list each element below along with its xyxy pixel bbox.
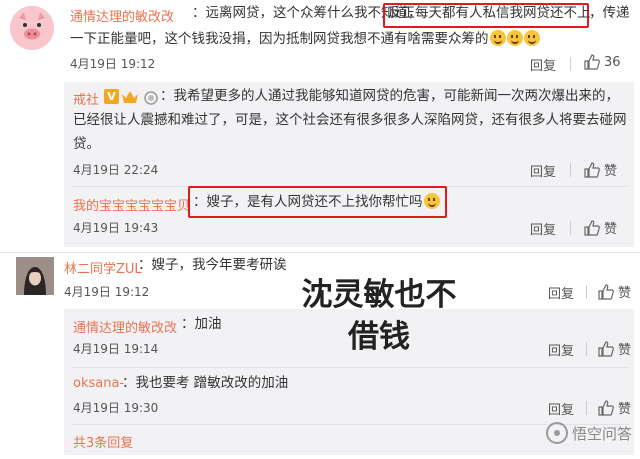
v-badge-icon: V <box>104 89 119 104</box>
watermark-text: 悟空问答 <box>571 424 632 443</box>
medal-icon <box>144 91 158 105</box>
reply-button[interactable]: 回复 <box>530 55 556 74</box>
comment-time: 4月19日 19:12 <box>64 285 150 299</box>
reply-username[interactable]: 通情达理的敏改改 <box>73 317 177 336</box>
reply-time: 4月19日 19:14 <box>73 342 159 356</box>
thumbs-up-icon <box>598 399 614 416</box>
thumbs-up-icon <box>598 340 614 357</box>
reply-time: 4月19日 22:24 <box>73 163 159 177</box>
reply-button[interactable]: 回复 <box>548 283 574 302</box>
thumbs-up-icon <box>584 161 600 178</box>
comment-text: 一下正能量吧，这个钱我没捐，因为抵制网贷我想不通有啥需要众筹的 <box>70 31 489 47</box>
comment-username[interactable]: 林二同学ZUL <box>64 258 142 277</box>
like-button[interactable]: 赞 <box>598 339 631 358</box>
divider <box>586 285 587 299</box>
wukong-logo-icon <box>545 422 568 444</box>
comment-username[interactable]: 通情达理的敏改改 <box>70 6 174 25</box>
reply-text: ：我也要考 蹭敏改改的加油 <box>122 375 289 391</box>
comment-highlighted-text: 反正每天都有人私信我网贷还不上 <box>388 5 591 21</box>
like-label: 赞 <box>618 343 632 358</box>
reply-text: ：嫂子，是有人网贷还不上找你帮忙吗 <box>193 194 423 210</box>
emoji-icon <box>423 193 440 209</box>
divider <box>72 424 628 425</box>
comment-text-line2: 一下正能量吧，这个钱我没捐，因为抵制网贷我想不通有啥需要众筹的 <box>70 29 540 50</box>
pig-avatar-icon <box>10 6 54 50</box>
reply-button[interactable]: 回复 <box>530 161 556 180</box>
overlay-caption-line: 沈灵敏也不 <box>301 277 457 313</box>
like-label: 赞 <box>618 286 632 301</box>
reply-time: 4月19日 19:43 <box>73 221 159 235</box>
like-button[interactable]: 赞 <box>584 160 617 179</box>
like-label: 赞 <box>604 164 618 179</box>
like-button[interactable]: 36 <box>584 54 621 70</box>
overlay-caption: 沈灵敏也不 借钱 <box>294 274 464 358</box>
avatar[interactable] <box>16 257 54 295</box>
divider <box>72 367 628 368</box>
reply-text: 贷。 <box>73 136 100 152</box>
reply-username[interactable]: oksana- <box>73 376 124 391</box>
like-button[interactable]: 赞 <box>584 218 617 237</box>
comment-text: ，传递 <box>589 5 630 21</box>
reply-username[interactable]: 我的宝宝宝宝宝宝贝 <box>73 195 190 214</box>
overlay-caption-line: 借钱 <box>348 319 410 355</box>
comment-text: ：嫂子，我今年要考研诶 <box>138 257 287 273</box>
reply-text-row: ：嫂子，是有人网贷还不上找你帮忙吗 <box>193 192 440 213</box>
reply-button[interactable]: 回复 <box>548 340 574 359</box>
divider <box>570 163 571 177</box>
emoji-icon <box>523 30 540 46</box>
divider <box>586 401 587 415</box>
watermark: 悟空问答 <box>545 422 632 444</box>
like-button[interactable]: 赞 <box>598 398 631 417</box>
like-count: 36 <box>604 54 621 70</box>
reply-button[interactable]: 回复 <box>548 399 574 418</box>
divider <box>570 57 571 71</box>
girl-avatar-icon <box>16 257 54 295</box>
thumbs-up-icon <box>584 219 600 236</box>
thumbs-up-icon <box>584 54 600 70</box>
divider <box>570 221 571 235</box>
emoji-icon <box>506 30 523 46</box>
like-label: 赞 <box>604 222 618 237</box>
reply-time: 4月19日 19:30 <box>73 401 159 415</box>
thumbs-up-icon <box>598 283 614 300</box>
like-label: 赞 <box>618 402 632 417</box>
like-button[interactable]: 赞 <box>598 282 631 301</box>
reply-text: ：加油 <box>181 316 222 332</box>
comment-time: 4月19日 19:12 <box>70 57 156 71</box>
divider <box>0 252 640 253</box>
reply-username[interactable]: 戒社 <box>73 89 99 108</box>
reply-button[interactable]: 回复 <box>530 219 556 238</box>
emoji-icon <box>489 30 506 46</box>
more-replies-link[interactable]: 共3条回复 <box>73 432 133 451</box>
reply-text: 已经很让人震撼和难过了，可是，这个社会还有很多很多人深陷网贷，还有很多人将要去碰… <box>73 112 627 128</box>
avatar[interactable] <box>10 6 54 50</box>
reply-text: ：我希望更多的人通过我能够知道网贷的危害，可能新闻一次两次爆出来的， <box>160 88 619 104</box>
vip-crown-icon <box>122 91 138 103</box>
divider <box>586 342 587 356</box>
